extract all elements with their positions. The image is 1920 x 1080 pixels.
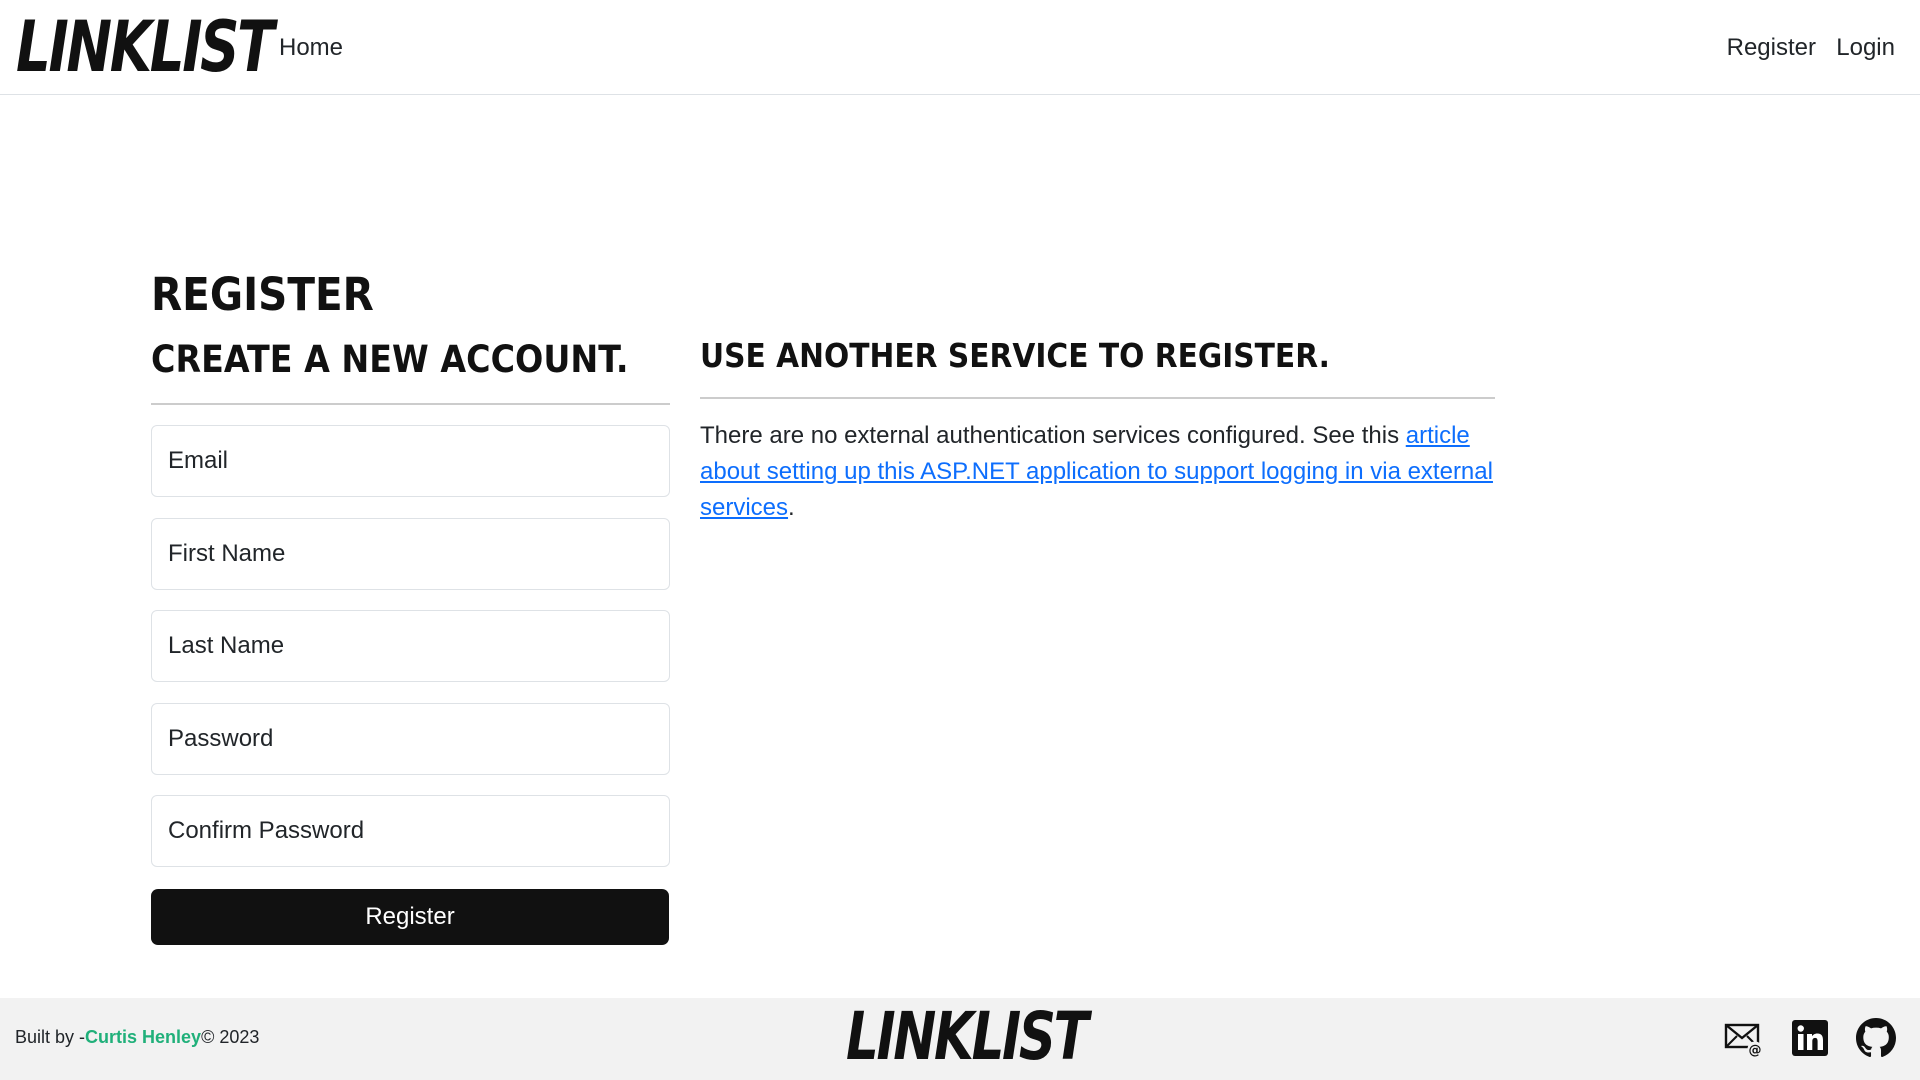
svg-text:@: @: [1749, 1043, 1762, 1058]
external-text-after: .: [788, 494, 795, 521]
email-input[interactable]: [152, 426, 669, 496]
github-icon[interactable]: [1856, 1018, 1896, 1058]
built-by-prefix: Built by -: [15, 1027, 86, 1047]
nav-register-link[interactable]: Register: [1727, 34, 1816, 62]
footer-logo: LINKLIST: [846, 998, 1089, 1075]
linkedin-icon[interactable]: [1790, 1018, 1830, 1058]
create-account-heading: CREATE A NEW ACCOUNT.: [151, 338, 629, 381]
password-field[interactable]: [151, 703, 670, 775]
external-divider: [700, 397, 1495, 399]
external-services-heading: USE ANOTHER SERVICE TO REGISTER.: [700, 336, 1330, 375]
external-text-before: There are no external authentication ser…: [700, 422, 1406, 449]
top-navbar: LINKLIST Home Register Login: [0, 0, 1920, 95]
last-name-input[interactable]: [152, 611, 669, 681]
email-icon[interactable]: @: [1724, 1018, 1764, 1058]
password-input[interactable]: [152, 704, 669, 774]
copyright-text: © 2023: [201, 1027, 260, 1047]
last-name-field[interactable]: [151, 610, 670, 682]
confirm-password-field[interactable]: [151, 795, 670, 867]
register-submit-button[interactable]: Register: [151, 889, 669, 945]
first-name-input[interactable]: [152, 519, 669, 589]
nav-login-link[interactable]: Login: [1836, 34, 1895, 62]
nav-home-link[interactable]: Home: [279, 34, 343, 62]
email-field[interactable]: [151, 425, 670, 497]
form-divider: [151, 403, 670, 405]
confirm-password-input[interactable]: [152, 796, 669, 866]
footer: Built by -Curtis Henley© 2023 LINKLIST @: [0, 998, 1920, 1080]
first-name-field[interactable]: [151, 518, 670, 590]
external-services-message: There are no external authentication ser…: [700, 418, 1500, 526]
brand-logo[interactable]: LINKLIST: [16, 12, 274, 82]
built-by-credit: Built by -Curtis Henley© 2023: [15, 1027, 259, 1048]
author-link[interactable]: Curtis Henley: [85, 1027, 201, 1047]
page-title: REGISTER: [151, 268, 374, 321]
